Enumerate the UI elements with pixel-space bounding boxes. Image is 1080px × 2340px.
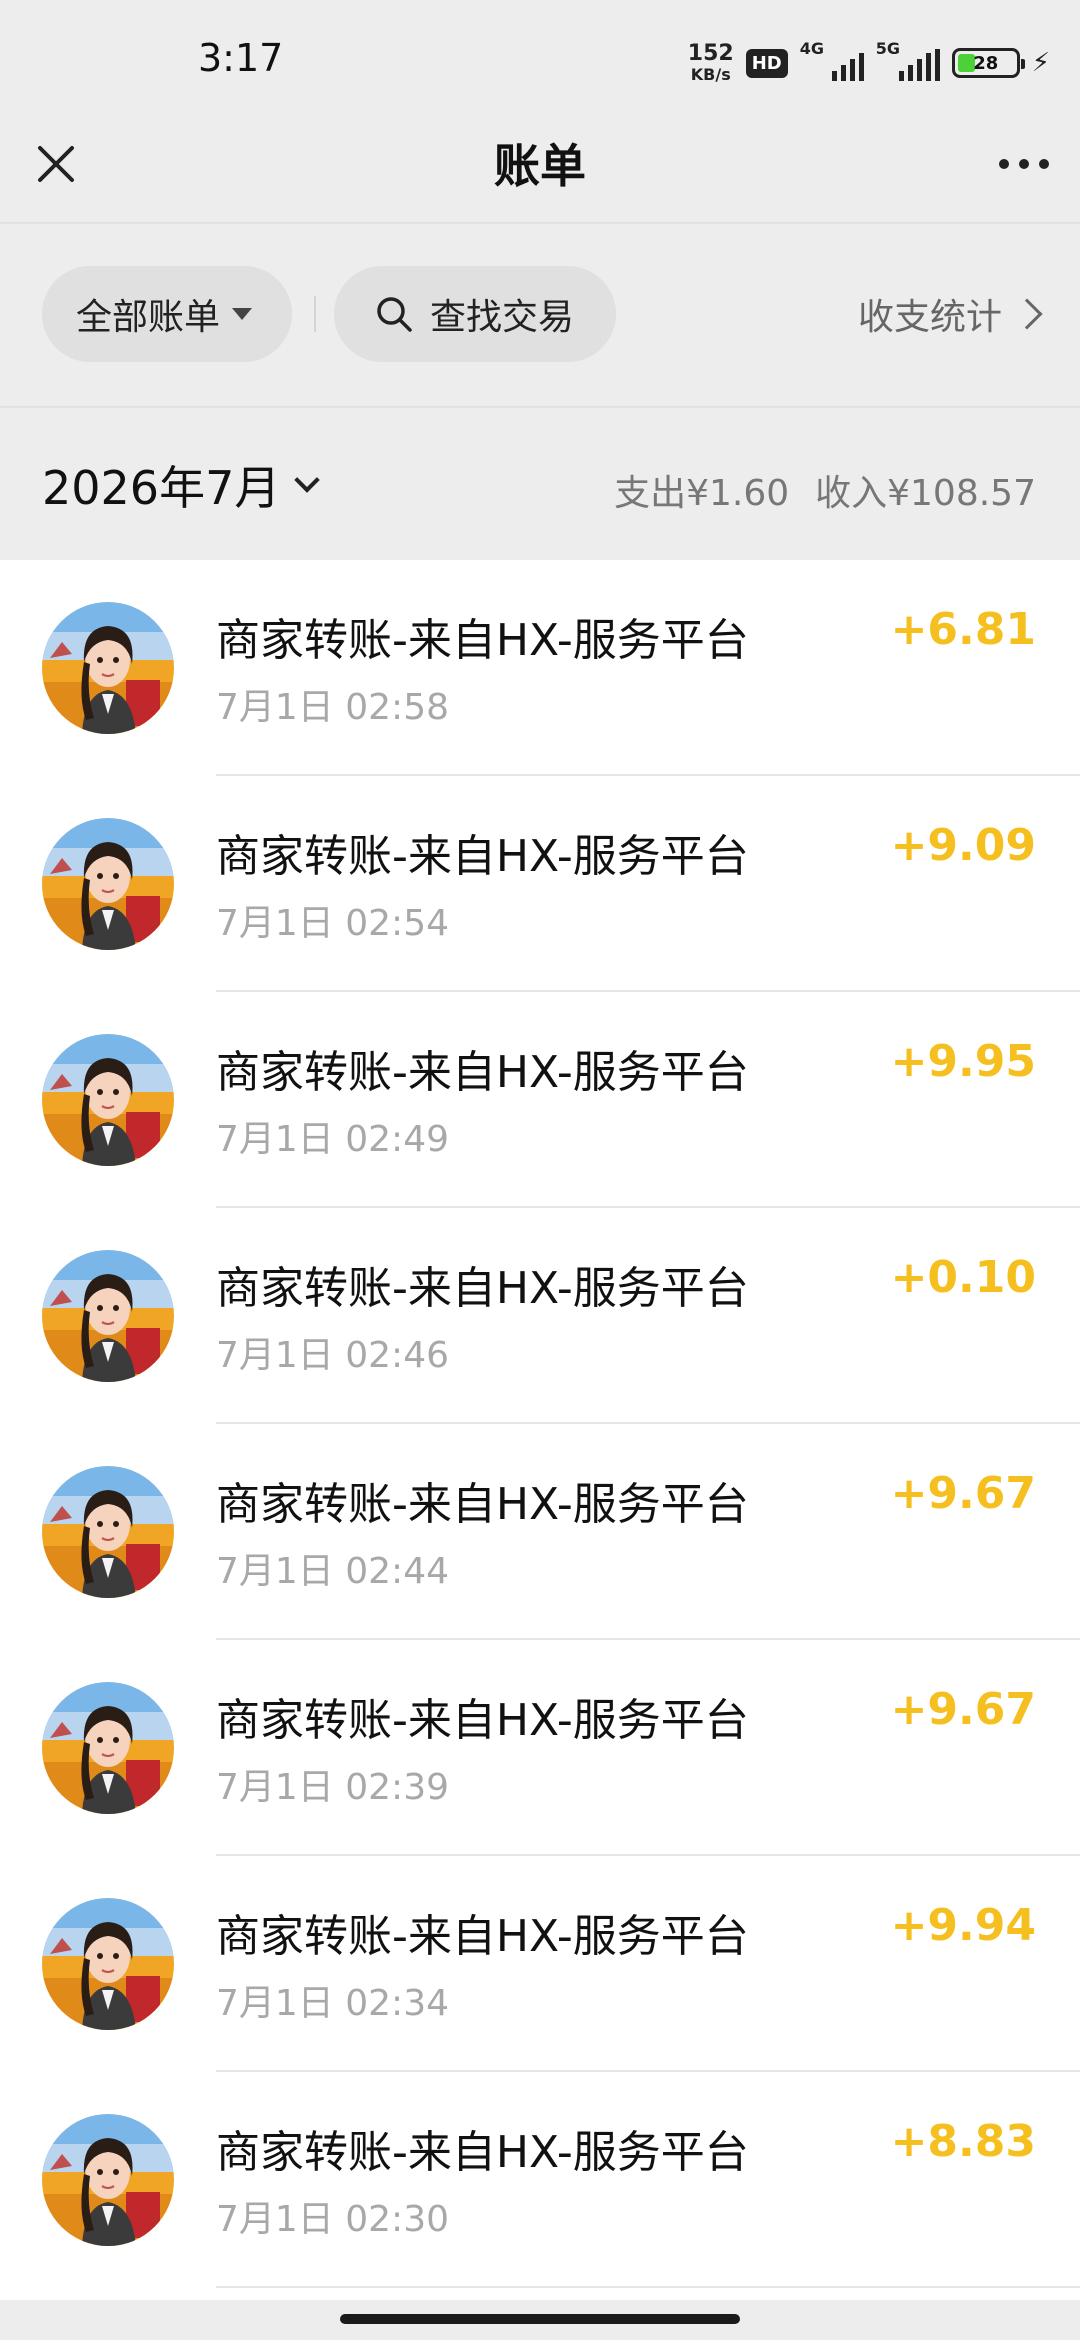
transaction-row[interactable]: 商家转账-来自HX-服务平台 7月1日 02:44 +9.67	[0, 1424, 1080, 1640]
avatar	[42, 602, 174, 734]
status-time: 3:17	[198, 36, 284, 80]
signal-4g-icon: 4G	[800, 39, 864, 81]
transaction-row[interactable]: 商家转账-来自HX-服务平台 7月1日 02:58 +6.81	[0, 560, 1080, 776]
row-divider	[216, 2286, 1080, 2288]
transaction-name: 商家转账-来自HX-服务平台	[216, 1263, 749, 1314]
transaction-time: 7月1日 02:58	[216, 687, 449, 728]
month-summary: 支出¥1.60 收入¥108.57	[614, 464, 1036, 516]
avatar	[42, 818, 174, 950]
month-label: 2026年7月	[42, 461, 281, 515]
transaction-row[interactable]: 商家转账-来自HX-服务平台 7月1日 02:46 +0.10	[0, 1208, 1080, 1424]
transaction-time: 7月1日 02:34	[216, 1983, 449, 2024]
network-speed-value: 152	[687, 41, 734, 66]
transaction-amount: +9.94	[890, 1900, 1036, 1951]
transaction-name: 商家转账-来自HX-服务平台	[216, 1911, 749, 1962]
transaction-name: 商家转账-来自HX-服务平台	[216, 1047, 749, 1098]
signal-4g-label: 4G	[799, 39, 824, 58]
month-header: 2026年7月 支出¥1.60 收入¥108.57	[0, 406, 1080, 560]
page-title: 账单	[494, 139, 586, 193]
signal-5g-label: 5G	[875, 39, 900, 58]
transaction-row[interactable]: 商家转账-来自HX-服务平台 7月1日 02:49 +9.95	[0, 992, 1080, 1208]
transaction-row[interactable]: 商家转账-来自HX-服务平台 7月1日 02:54 +9.09	[0, 776, 1080, 992]
chevron-down-icon	[294, 467, 321, 493]
more-icon	[999, 159, 1009, 169]
battery-level: 28	[973, 52, 999, 74]
charging-icon: ⚡	[1031, 48, 1050, 78]
transaction-amount: +9.67	[890, 1468, 1036, 1519]
home-indicator[interactable]	[340, 2314, 740, 2324]
transaction-name: 商家转账-来自HX-服务平台	[216, 615, 749, 666]
transaction-amount: +9.09	[890, 820, 1036, 871]
search-label: 查找交易	[430, 297, 575, 338]
transaction-amount: +8.83	[890, 2116, 1036, 2167]
network-speed: 152 KB/s	[688, 43, 734, 83]
avatar	[42, 1250, 174, 1382]
stats-label: 收支统计	[857, 297, 1002, 338]
month-income: 收入¥108.57	[815, 473, 1036, 514]
transaction-name: 商家转账-来自HX-服务平台	[216, 1479, 749, 1530]
title-bar: 账单	[0, 120, 1080, 222]
transaction-name: 商家转账-来自HX-服务平台	[216, 1695, 749, 1746]
stats-link[interactable]: 收支统计	[858, 288, 1044, 340]
status-bar: 3:17 152 KB/s HD 4G 5G 28 ⚡	[0, 0, 1080, 120]
transaction-amount: +9.95	[890, 1036, 1036, 1087]
transaction-time: 7月1日 02:30	[216, 2199, 449, 2240]
transaction-amount: +0.10	[890, 1252, 1036, 1303]
month-expense: 支出¥1.60	[614, 473, 790, 514]
status-icons: 152 KB/s HD 4G 5G 28 ⚡	[688, 38, 1050, 88]
transaction-time: 7月1日 02:54	[216, 903, 449, 944]
more-icon-dot	[1039, 159, 1049, 169]
avatar	[42, 1034, 174, 1166]
signal-5g-icon: 5G	[876, 39, 940, 81]
transaction-name: 商家转账-来自HX-服务平台	[216, 2127, 749, 2178]
avatar	[42, 2114, 174, 2246]
network-speed-unit: KB/s	[690, 65, 731, 84]
transaction-time: 7月1日 02:44	[216, 1551, 449, 1592]
avatar	[42, 1466, 174, 1598]
transaction-name: 商家转账-来自HX-服务平台	[216, 831, 749, 882]
avatar	[42, 1898, 174, 2030]
hd-icon: HD	[745, 48, 788, 78]
divider	[314, 296, 316, 332]
transaction-amount: +9.67	[890, 1684, 1036, 1735]
chevron-right-icon	[1011, 298, 1043, 330]
avatar	[42, 1682, 174, 1814]
all-bills-label: 全部账单	[76, 297, 221, 338]
search-transactions-button[interactable]: 查找交易	[334, 266, 616, 362]
transaction-list: 商家转账-来自HX-服务平台 7月1日 02:58 +6.81 商家转账-来自H…	[0, 560, 1080, 2288]
battery-icon: 28	[951, 48, 1025, 78]
filter-bar: 全部账单 查找交易 收支统计	[0, 222, 1080, 406]
transaction-time: 7月1日 02:39	[216, 1767, 449, 1808]
more-button[interactable]	[992, 134, 1056, 194]
search-icon	[377, 297, 412, 332]
all-bills-dropdown[interactable]: 全部账单	[42, 266, 292, 362]
caret-down-icon	[232, 308, 253, 320]
transaction-time: 7月1日 02:49	[216, 1119, 449, 1160]
more-icon-dot	[1019, 159, 1029, 169]
month-selector[interactable]: 2026年7月	[42, 452, 321, 518]
transaction-row[interactable]: 商家转账-来自HX-服务平台 7月1日 02:34 +9.94	[0, 1856, 1080, 2072]
transaction-row[interactable]: 商家转账-来自HX-服务平台 7月1日 02:39 +9.67	[0, 1640, 1080, 1856]
transaction-amount: +6.81	[890, 604, 1036, 655]
transaction-time: 7月1日 02:46	[216, 1335, 449, 1376]
transaction-row[interactable]: 商家转账-来自HX-服务平台 7月1日 02:30 +8.83	[0, 2072, 1080, 2288]
